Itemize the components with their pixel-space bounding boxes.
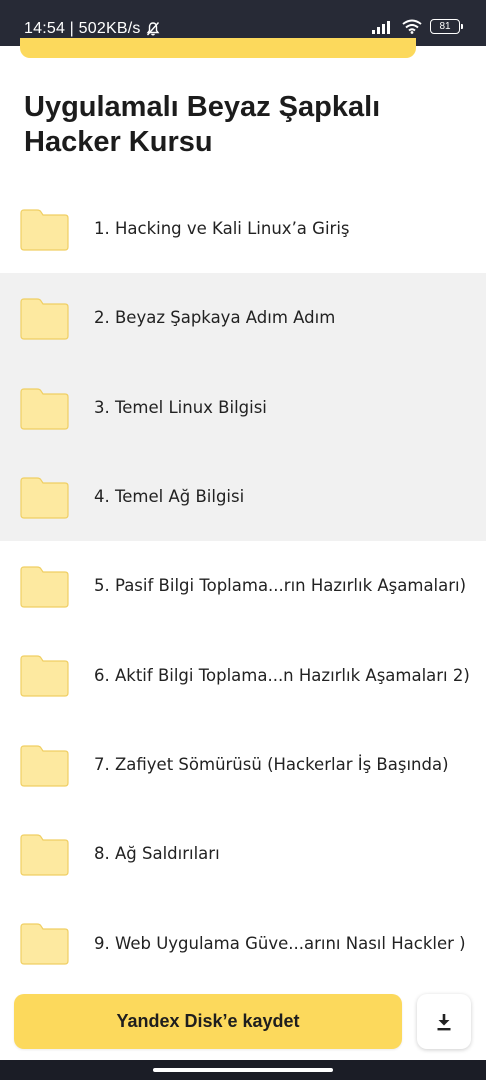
folder-icon bbox=[20, 209, 69, 251]
folder-label: 5. Pasif Bilgi Toplama...rın Hazırlık Aş… bbox=[94, 576, 467, 596]
download-icon bbox=[437, 1013, 451, 1030]
folder-icon bbox=[20, 655, 69, 698]
list-item[interactable]: 3. Temel Linux Bilgisi bbox=[0, 362, 486, 452]
status-time-speed: 14:54 | 502KB/s bbox=[24, 20, 141, 37]
folder-icon bbox=[20, 387, 69, 430]
list-item[interactable]: 1. Hacking ve Kali Linux’a Giriş bbox=[0, 184, 486, 273]
list-item[interactable]: 8. Ağ Saldırıları bbox=[0, 809, 486, 898]
folder-list: 1. Hacking ve Kali Linux’a Giriş 2. Beya… bbox=[0, 184, 486, 988]
list-item[interactable]: 4. Temel Ağ Bilgisi bbox=[0, 451, 486, 542]
folder-label: 3. Temel Linux Bilgisi bbox=[94, 397, 267, 417]
status-left: 14:54 | 502KB/s bbox=[24, 20, 161, 38]
system-nav-bar bbox=[0, 1060, 486, 1080]
folder-icon bbox=[20, 834, 69, 876]
battery-indicator: 81 bbox=[430, 19, 463, 34]
list-item[interactable]: 9. Web Uygulama Güve...arını Nasıl Hackl… bbox=[0, 898, 486, 987]
folder-icon bbox=[20, 745, 69, 787]
folder-icon bbox=[20, 298, 69, 340]
bottom-action-bar: Yandex Disk’e kaydet bbox=[0, 980, 486, 1060]
folder-label: 8. Ağ Saldırıları bbox=[94, 844, 220, 864]
page-title: Uygulamalı Beyaz Şapkalı Hacker Kursu bbox=[24, 91, 381, 158]
status-right: 81 bbox=[372, 19, 463, 34]
folder-label: 1. Hacking ve Kali Linux’a Giriş bbox=[94, 219, 350, 239]
signal-icon bbox=[372, 20, 390, 34]
folder-label: 2. Beyaz Şapkaya Adım Adım bbox=[94, 308, 336, 328]
list-item[interactable]: 6. Aktif Bilgi Toplama...n Hazırlık Aşam… bbox=[0, 630, 486, 719]
list-item[interactable]: 7. Zafiyet Sömürüsü (Hackerlar İş Başınd… bbox=[0, 720, 486, 809]
folder-icon bbox=[20, 923, 69, 965]
save-to-disk-button[interactable]: Yandex Disk’e kaydet bbox=[14, 994, 402, 1049]
folder-icon bbox=[20, 477, 69, 519]
list-item[interactable]: 2. Beyaz Şapkaya Adım Adım bbox=[0, 273, 486, 363]
folder-label: 6. Aktif Bilgi Toplama...n Hazırlık Aşam… bbox=[94, 665, 470, 685]
folder-icon bbox=[20, 566, 69, 608]
yellow-banner-edge bbox=[20, 38, 416, 58]
list-item[interactable]: 5. Pasif Bilgi Toplama...rın Hazırlık Aş… bbox=[0, 541, 486, 630]
bell-off-icon bbox=[146, 22, 159, 36]
wifi-icon bbox=[402, 19, 422, 34]
folder-label: 9. Web Uygulama Güve...arını Nasıl Hackl… bbox=[94, 933, 466, 953]
folder-label: 4. Temel Ağ Bilgisi bbox=[94, 487, 245, 507]
home-gesture-bar[interactable] bbox=[153, 1068, 333, 1072]
download-button[interactable] bbox=[417, 994, 471, 1049]
folder-label: 7. Zafiyet Sömürüsü (Hackerlar İş Başınd… bbox=[94, 754, 449, 774]
